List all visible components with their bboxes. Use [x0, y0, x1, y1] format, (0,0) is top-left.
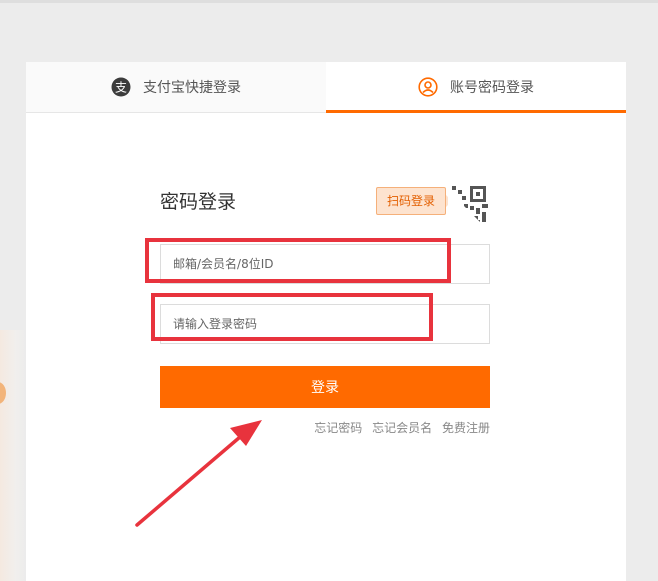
top-border — [0, 0, 658, 3]
help-links: 忘记密码 忘记会员名 免费注册 — [160, 419, 490, 436]
username-input[interactable] — [161, 245, 489, 283]
password-input[interactable] — [161, 305, 489, 343]
login-button[interactable]: 登录 — [160, 366, 490, 408]
password-field-wrapper — [160, 304, 490, 344]
tab-label: 支付宝快捷登录 — [143, 80, 241, 96]
form-title: 密码登录 — [160, 191, 237, 213]
tab-label: 账号密码登录 — [450, 80, 534, 96]
tab-alipay-quick-login[interactable]: 支 支付宝快捷登录 — [26, 62, 327, 112]
register-link[interactable]: 免费注册 — [442, 421, 490, 435]
qrcode-icon[interactable] — [448, 184, 490, 226]
alipay-icon: 支 — [111, 77, 131, 97]
login-tabs: 支 支付宝快捷登录 账号密码登录 — [26, 62, 626, 113]
forgot-username-link[interactable]: 忘记会员名 — [372, 421, 432, 435]
username-field-wrapper — [160, 244, 490, 284]
forgot-password-link[interactable]: 忘记密码 — [314, 421, 362, 435]
svg-text:支: 支 — [115, 81, 127, 95]
qr-login-tip[interactable]: 扫码登录 — [376, 187, 453, 215]
background-banner — [0, 330, 26, 581]
user-circle-icon — [418, 77, 438, 97]
login-panel: 支 支付宝快捷登录 账号密码登录 密码登录 扫码登录 邮箱/会员名/8位ID 登… — [26, 62, 626, 581]
tab-account-password-login[interactable]: 账号密码登录 — [326, 62, 626, 113]
